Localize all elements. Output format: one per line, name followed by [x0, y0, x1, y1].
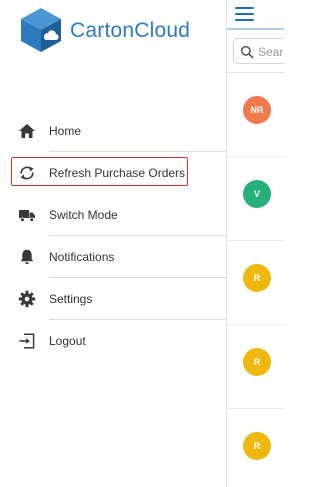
search-icon	[240, 45, 254, 59]
brand-logo: CartonCloud	[18, 6, 218, 54]
navigation-drawer: CartonCloud Home Refresh Purchase Orders…	[0, 0, 226, 487]
search-placeholder: Search	[258, 45, 284, 59]
avatar: R	[243, 348, 271, 376]
drawer-item-label: Refresh Purchase Orders	[49, 166, 186, 180]
refresh-icon	[20, 166, 34, 180]
drawer-item-switch-mode[interactable]: Switch Mode	[0, 194, 226, 236]
drawer-item-label: Switch Mode	[49, 208, 118, 222]
bell-icon	[20, 249, 34, 265]
hamburger-menu-icon[interactable]	[235, 6, 254, 22]
background-app-panel: Search NR V R R R	[226, 0, 284, 487]
gear-icon	[18, 290, 36, 308]
list-item[interactable]: R	[227, 409, 284, 487]
logout-icon	[19, 333, 35, 349]
drawer-item-home[interactable]: Home	[0, 110, 226, 152]
avatar: NR	[243, 96, 271, 124]
drawer-item-label: Home	[49, 124, 82, 138]
truck-icon	[19, 210, 35, 223]
drawer-item-notifications[interactable]: Notifications	[0, 236, 226, 278]
drawer-item-logout[interactable]: Logout	[0, 320, 226, 362]
drawer-item-refresh-purchase-orders[interactable]: Refresh Purchase Orders	[0, 152, 226, 194]
header-divider	[227, 28, 284, 30]
drawer-item-label: Logout	[49, 334, 86, 348]
home-icon	[19, 124, 35, 138]
brand-name: CartonCloud	[70, 19, 191, 42]
avatar: R	[243, 432, 271, 460]
list-item[interactable]: NR	[227, 73, 284, 157]
carton-cube-icon	[21, 8, 61, 52]
list-item[interactable]: R	[227, 241, 284, 325]
avatar: R	[243, 264, 271, 292]
drawer-item-settings[interactable]: Settings	[0, 278, 226, 320]
search-input[interactable]: Search	[233, 38, 284, 64]
list-item[interactable]: R	[227, 325, 284, 409]
drawer-item-label: Notifications	[49, 250, 115, 264]
drawer-item-label: Settings	[49, 292, 93, 306]
list-item[interactable]: V	[227, 157, 284, 241]
background-app-header	[227, 0, 284, 28]
avatar: V	[243, 180, 271, 208]
